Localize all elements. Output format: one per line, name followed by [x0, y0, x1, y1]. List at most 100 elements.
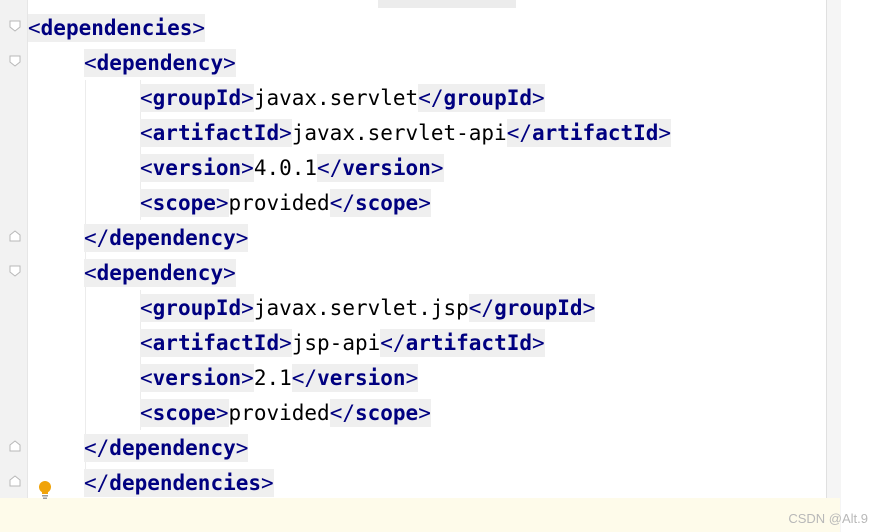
- tag-name: version: [342, 156, 431, 180]
- tag-bracket: >: [405, 366, 419, 390]
- close-tag: </version>: [317, 154, 444, 182]
- tag-name: groupId: [443, 86, 533, 110]
- watermark: CSDN @Alt.9: [788, 511, 868, 526]
- open-tag: </dependency>: [84, 224, 249, 252]
- tag-bracket: >: [532, 331, 545, 355]
- editor-right-margin: [826, 0, 842, 532]
- tag-bracket: >: [235, 436, 249, 460]
- tag-bracket: >: [279, 121, 292, 145]
- tag-name: artifactId: [531, 121, 659, 145]
- open-tag: <artifactId>: [140, 329, 292, 357]
- tag-bracket: >: [582, 296, 596, 320]
- tag-bracket: >: [241, 86, 254, 110]
- code-line[interactable]: </dependencies>: [84, 465, 274, 500]
- previous-line-fragment: [378, 0, 516, 8]
- element-text: provided: [228, 191, 330, 215]
- tag-name: groupId: [152, 86, 242, 110]
- tag-name: scope: [354, 191, 419, 215]
- element-text: javax.servlet.jsp: [253, 296, 469, 320]
- tag-bracket: </: [506, 121, 532, 145]
- open-tag: <groupId>: [140, 294, 254, 322]
- tag-name: artifactId: [152, 331, 280, 355]
- open-tag: </dependencies>: [84, 469, 274, 497]
- tag-bracket: <: [140, 331, 153, 355]
- lightbulb-icon[interactable]: [37, 480, 53, 500]
- tag-bracket: >: [192, 16, 206, 40]
- tag-bracket: </: [317, 156, 343, 180]
- code-line[interactable]: </dependency>: [84, 430, 249, 465]
- tag-name: scope: [152, 401, 216, 425]
- tag-bracket: <: [140, 296, 153, 320]
- code-line[interactable]: <groupId>javax.servlet</groupId>: [140, 80, 545, 115]
- tag-bracket: >: [418, 191, 431, 215]
- fold-close-icon[interactable]: [9, 440, 21, 452]
- code-line[interactable]: <scope>provided</scope>: [140, 185, 431, 220]
- fold-close-icon[interactable]: [9, 230, 21, 242]
- open-tag: <dependencies>: [28, 14, 206, 42]
- current-line-highlight: [0, 498, 840, 532]
- tag-name: dependencies: [40, 16, 193, 40]
- close-tag: </version>: [291, 364, 419, 392]
- tag-bracket: >: [418, 401, 431, 425]
- code-line[interactable]: </dependency>: [84, 220, 249, 255]
- tag-bracket: >: [261, 471, 274, 495]
- tag-bracket: >: [658, 121, 672, 145]
- tag-bracket: <: [140, 366, 153, 390]
- tag-bracket: <: [140, 86, 153, 110]
- tag-bracket: <: [140, 191, 153, 215]
- tag-name: artifactId: [152, 121, 280, 145]
- code-line[interactable]: <dependency>: [84, 45, 236, 80]
- tag-name: dependency: [109, 436, 236, 460]
- close-tag: </artifactId>: [380, 329, 545, 357]
- code-line[interactable]: <dependency>: [84, 255, 236, 290]
- element-text: 4.0.1: [253, 156, 318, 180]
- editor-far-right: [841, 0, 874, 532]
- code-line[interactable]: <dependencies>: [28, 10, 206, 45]
- fold-open-icon[interactable]: [9, 265, 21, 277]
- code-line[interactable]: <artifactId>jsp-api</artifactId>: [140, 325, 545, 360]
- tag-name: version: [317, 366, 406, 390]
- open-tag: <dependency>: [84, 49, 236, 77]
- element-text: javax.servlet: [253, 86, 419, 110]
- tag-bracket: <: [140, 121, 153, 145]
- code-line[interactable]: <artifactId>javax.servlet-api</artifactI…: [140, 115, 672, 150]
- tag-name: artifactId: [405, 331, 532, 355]
- tag-bracket: <: [84, 51, 97, 75]
- tag-bracket: >: [215, 191, 229, 215]
- fold-open-icon[interactable]: [9, 20, 21, 32]
- close-tag: </scope>: [329, 189, 431, 217]
- tag-bracket: <: [140, 401, 153, 425]
- tag-bracket: >: [241, 156, 254, 180]
- tag-bracket: >: [235, 226, 249, 250]
- fold-close-icon[interactable]: [9, 475, 21, 487]
- tag-bracket: >: [215, 401, 229, 425]
- element-text: provided: [228, 401, 330, 425]
- tag-name: scope: [354, 401, 419, 425]
- tag-bracket: </: [84, 226, 110, 250]
- code-line[interactable]: <version>2.1</version>: [140, 360, 419, 395]
- element-text: javax.servlet-api: [291, 121, 507, 145]
- close-tag: </groupId>: [418, 84, 545, 112]
- tag-bracket: >: [241, 366, 254, 390]
- tag-name: dependency: [96, 51, 224, 75]
- tag-bracket: </: [84, 471, 110, 495]
- element-text: 2.1: [253, 366, 292, 390]
- tag-name: version: [152, 366, 242, 390]
- tag-bracket: </: [329, 401, 355, 425]
- tag-name: dependencies: [109, 471, 262, 495]
- code-line[interactable]: <scope>provided</scope>: [140, 395, 431, 430]
- element-text: jsp-api: [291, 331, 381, 355]
- open-tag: </dependency>: [84, 434, 249, 462]
- tag-bracket: <: [28, 16, 41, 40]
- tag-name: scope: [152, 191, 216, 215]
- code-line[interactable]: <version>4.0.1</version>: [140, 150, 444, 185]
- open-tag: <dependency>: [84, 259, 236, 287]
- fold-open-icon[interactable]: [9, 55, 21, 67]
- tag-bracket: >: [241, 296, 254, 320]
- tag-bracket: >: [223, 51, 236, 75]
- tag-bracket: >: [430, 156, 444, 180]
- code-line[interactable]: <groupId>javax.servlet.jsp</groupId>: [140, 290, 596, 325]
- tag-name: groupId: [494, 296, 583, 320]
- open-tag: <version>: [140, 154, 254, 182]
- open-tag: <scope>: [140, 189, 229, 217]
